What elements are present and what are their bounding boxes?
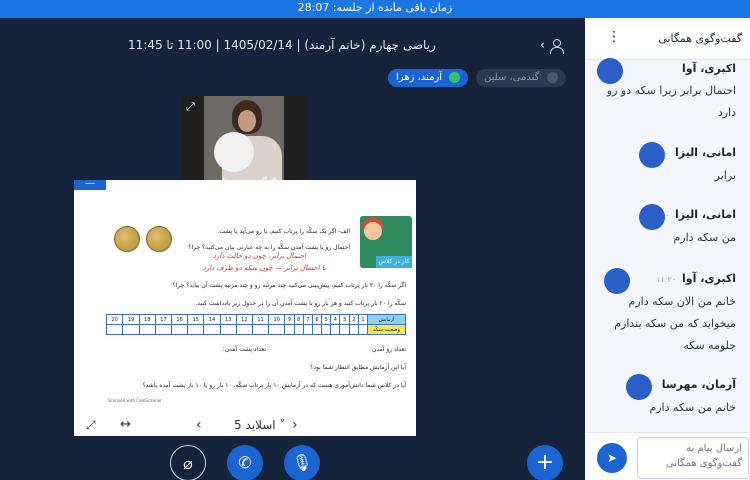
coin-front <box>146 226 172 252</box>
fullscreen-icon[interactable]: ⤢ <box>86 418 96 433</box>
coin-back <box>114 226 140 252</box>
camera-off-button[interactable]: ⌀ <box>170 445 206 480</box>
participant-pill-muted[interactable]: گندمی، سلین <box>476 69 566 87</box>
handwriting: احتمال برابر، چون دو حالت دارد <box>212 252 306 260</box>
header-icons: ‹ <box>540 38 565 54</box>
participant-name: آرمند، زهرا <box>396 72 443 83</box>
worksheet-line: احتمال رو یا پشت آمدن سکّه را به چه عبار… <box>188 244 350 251</box>
message-text: خانم من الان سکه دارم <box>628 295 736 308</box>
chat-message-input[interactable] <box>637 437 749 479</box>
microphone-icon <box>449 71 461 83</box>
slide-controls: ⤢ ↔ ‹ ˅ اسلاید 5 › <box>74 414 416 436</box>
avatar <box>596 58 623 84</box>
message-author: آرمان، مهرسا <box>661 378 736 391</box>
message-text: من سکه دارم <box>673 231 736 244</box>
phone-icon: ✆ <box>238 453 252 472</box>
participant-name: گندمی، سلین <box>484 72 540 83</box>
video-off-icon: ⌀ <box>183 454 193 473</box>
microphone-button[interactable]: 🎙 <box>284 445 320 480</box>
chat-message: امانی، الیزا۱۱:۲۰ من سکه دارم <box>639 204 736 249</box>
chat-message: اکبری، آوا ۱۱:۲۰ خانم من الان سکه دارم می… <box>604 268 736 357</box>
table-label: آزمایش <box>367 314 406 325</box>
plus-icon: + <box>535 450 555 475</box>
actions-plus-button[interactable]: + <box>527 445 563 480</box>
send-icon: ➤ <box>606 451 618 465</box>
message-author: اکبری، آوا <box>682 272 736 285</box>
participant-pill-active[interactable]: آرمند، زهرا <box>388 69 469 87</box>
message-text: خانم من سکه دارم <box>649 401 736 414</box>
message-author: امانی، الیزا <box>675 208 736 221</box>
message-author: امانی، الیزا <box>675 146 736 159</box>
handwriting: با احتمال برابر — چون سکه دو طرف دارد <box>202 264 326 272</box>
message-time: ۱۱:۲۰ <box>656 275 677 284</box>
session-title: ریاضی چهارم (خانم آرمند) | 1405/02/14 | … <box>128 38 436 52</box>
chat-message: آرمان، مهرسا۱۱:۲۰ خانم من سکه دارم <box>625 374 736 419</box>
leave-audio-button[interactable]: ✆ <box>227 445 263 480</box>
previous-slide-button[interactable]: ‹ <box>196 417 202 433</box>
worksheet-line: تعداد پشت آمدن: <box>222 346 266 353</box>
webcam-video-tile[interactable]: ⤢ ^ گندمی، سلین <box>182 96 308 192</box>
cartoon-tag: کار در کلاس <box>376 256 412 268</box>
chat-message: امانی، الیزا۱۱:۲۰ برابر <box>639 142 736 187</box>
worksheet-line: اگر سکّه را ۲۰ بار پرتاب کنیم، پیش‌بینی … <box>172 282 406 289</box>
chat-message: اکبری، آوا احتمال برابر زیرا سکه دو رو د… <box>596 58 736 124</box>
slide-selector[interactable]: ˅ اسلاید 5 <box>234 418 285 432</box>
worksheet-line: سکّه را ۲۰ بار پرتاب کنید و هر بار رو یا… <box>195 300 406 307</box>
chat-header: ⋮ گفت‌وگوی همگانی <box>585 18 750 60</box>
table-label: وضعیت سکّه <box>367 324 406 335</box>
fit-width-icon[interactable]: ↔ <box>120 417 131 432</box>
video-paper <box>214 132 254 172</box>
fullscreen-icon[interactable]: ⤢ <box>186 100 195 114</box>
chat-title: گفت‌وگوی همگانی <box>658 32 742 45</box>
worksheet-line: الف- اگر یک سکّه را پرتاب کنیم، یا رو می… <box>217 228 350 235</box>
worksheet: کار در کلاس الف- اگر یک سکّه را پرتاب کن… <box>105 216 412 403</box>
message-text: احتمال برابر زیرا سکه دو رو <box>606 84 736 97</box>
coin-images <box>114 226 172 252</box>
avatar <box>625 374 652 400</box>
session-timer-banner: زمان باقی مانده از جلسه: 28:07 <box>0 0 750 18</box>
session-time-left: زمان باقی مانده از جلسه: 28:07 <box>297 1 453 14</box>
avatar <box>639 142 666 168</box>
microphone-icon: 🎙 <box>291 453 313 472</box>
scanner-note: Scanned with CamScanner <box>108 398 162 403</box>
send-message-button[interactable]: ➤ <box>597 443 627 473</box>
coin-toss-table: آزمایش 1 2 3 4 5 6 7 8 9 10 11 12 13 14 … <box>105 314 406 335</box>
message-text: جلومه سکه <box>683 339 736 352</box>
presentation-slide: — کار در کلاس الف- اگر یک سکّه را پرتاب … <box>74 179 416 436</box>
avatar <box>639 204 666 230</box>
worksheet-line: تعداد رو آمدن: <box>369 346 406 353</box>
worksheet-line: آیا این آزمایش مطابق انتظار شما بود؟ <box>310 364 406 371</box>
message-text: میخواید که من سکه بندازم <box>614 317 736 330</box>
minimize-presentation-button[interactable]: — <box>74 179 106 190</box>
message-text: برابر <box>714 169 736 182</box>
public-chat-panel: ⋮ گفت‌وگوی همگانی اکبری، آوا احتمال براب… <box>585 18 750 480</box>
microphone-muted-icon <box>546 71 558 83</box>
more-options-icon[interactable]: ⋮ <box>607 29 621 45</box>
user-icon[interactable] <box>549 38 565 54</box>
cartoon-illustration: کار در کلاس <box>360 216 412 268</box>
chevron-down-icon: ˅ <box>275 418 286 432</box>
message-text: دارد <box>717 106 736 119</box>
worksheet-line: آیا در کلاس شما دانش‌آموزی هست که در آزم… <box>142 382 406 389</box>
message-author: اکبری، آوا <box>682 62 736 75</box>
chevron-left-icon[interactable]: ‹ <box>540 38 545 53</box>
video-person-face <box>238 110 256 132</box>
chat-input-bar: ➤ <box>585 432 750 480</box>
next-slide-button[interactable]: › <box>292 417 298 433</box>
